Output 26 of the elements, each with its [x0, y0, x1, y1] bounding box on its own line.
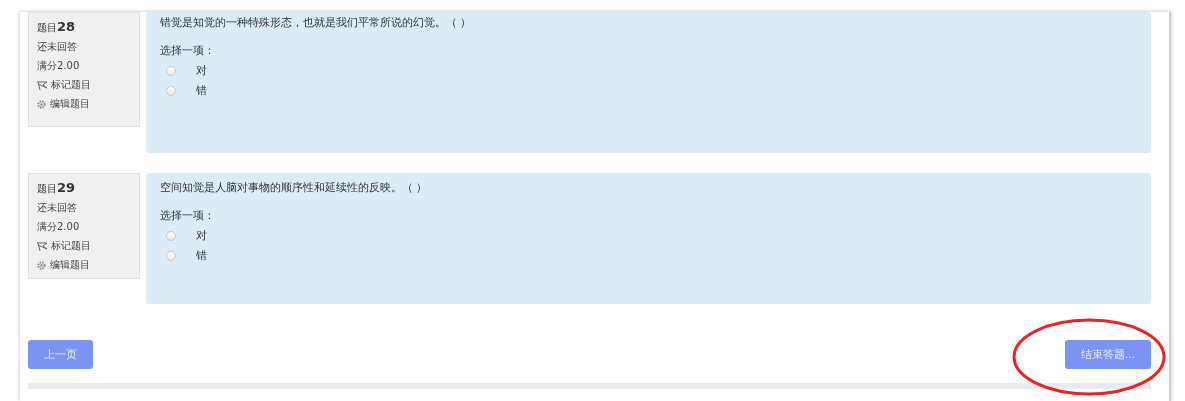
question-number: 题目 28	[37, 19, 77, 35]
answer-option[interactable]: 对	[166, 64, 1137, 78]
question-status: 还未回答	[37, 201, 78, 215]
question-text: 错觉是知觉的一种特殊形态，也就是我们平常所说的幻觉。（ ）	[160, 16, 473, 30]
question-number: 题目 29	[37, 180, 77, 196]
question-score: 满分2.00	[37, 220, 81, 234]
answer-option[interactable]: 对	[166, 229, 1137, 243]
radio-button[interactable]	[166, 66, 176, 76]
radio-button[interactable]	[166, 251, 176, 261]
edit-question-link[interactable]: 编辑题目	[37, 258, 133, 272]
flag-question-link[interactable]: 标记题目	[37, 239, 133, 253]
answer-option[interactable]: 错	[166, 249, 1137, 263]
choice-prompt: 选择一项：	[160, 44, 216, 58]
gear-icon	[37, 260, 46, 270]
answer-option[interactable]: 错	[166, 84, 1137, 98]
radio-button[interactable]	[166, 231, 176, 241]
choice-prompt: 选择一项：	[160, 209, 216, 223]
radio-button[interactable]	[166, 86, 176, 96]
flag-question-link[interactable]: 标记题目	[37, 78, 133, 92]
flag-icon	[37, 80, 47, 90]
question-status: 还未回答	[37, 40, 78, 54]
flag-icon	[37, 241, 47, 251]
gear-icon	[37, 99, 46, 109]
question-score: 满分2.00	[37, 59, 81, 73]
edit-question-link[interactable]: 编辑题目	[37, 97, 133, 111]
question-text: 空间知觉是人脑对事物的顺序性和延续性的反映。（ ）	[160, 181, 429, 195]
